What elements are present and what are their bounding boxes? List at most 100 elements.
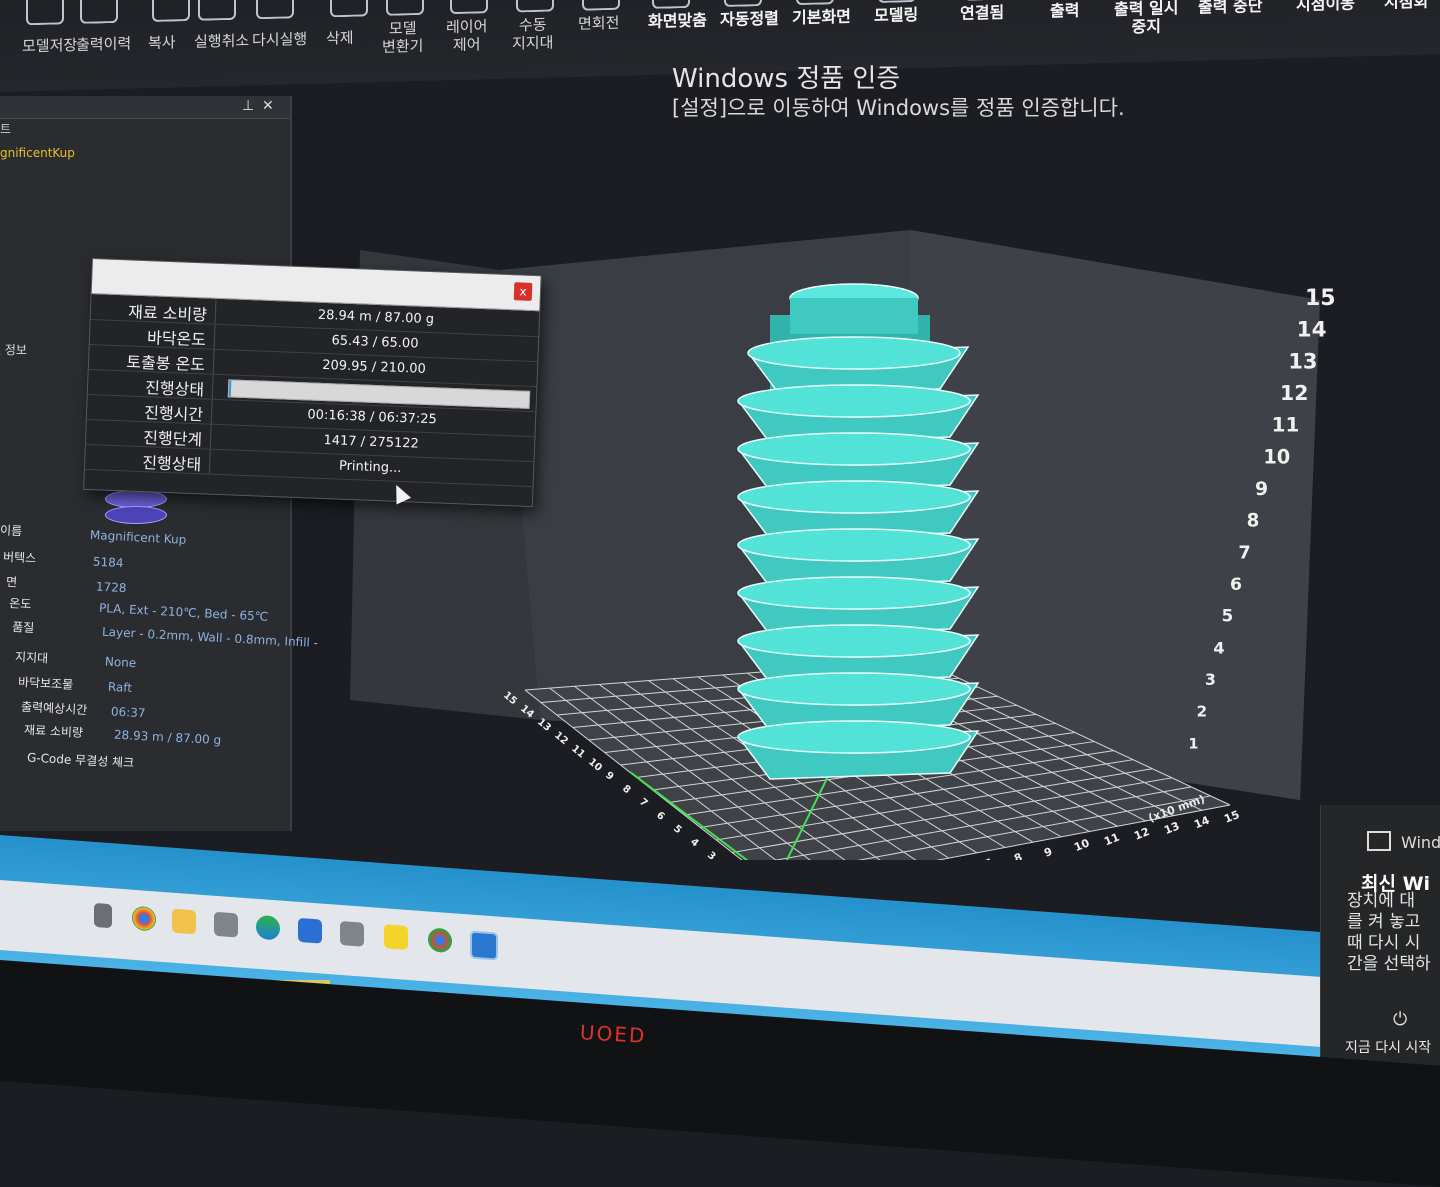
close-icon[interactable]: ✕: [262, 98, 274, 114]
x-axis-tick-label: 14: [1192, 814, 1211, 832]
model-info-row: 면 1728: [6, 573, 127, 596]
model-list-item[interactable]: gnificentKup: [0, 146, 75, 160]
ribbon-tool-icon: [198, 0, 236, 21]
store-icon[interactable]: [214, 911, 238, 938]
pin-icon[interactable]: ⊥: [242, 98, 254, 114]
ribbon-button[interactable]: 자동정렬: [720, 9, 779, 30]
ribbon-tool-icon: [330, 0, 368, 18]
model-info-section-label: 델 정보: [0, 343, 27, 357]
model-info-value: 1728: [95, 579, 127, 596]
model-info-row: G-Code 무결성 체크-: [26, 749, 135, 771]
model-info-key: 이름: [0, 523, 23, 539]
model-info-key: 품질: [11, 619, 35, 636]
y-axis-tick-label: 3: [705, 850, 717, 860]
sticky-notes-icon[interactable]: [384, 924, 408, 950]
file-explorer-icon[interactable]: [172, 908, 196, 935]
print-progress-fill: [228, 380, 231, 397]
restart-now-button[interactable]: 지금 다시 시작: [1345, 1037, 1431, 1057]
ribbon-tool-icon: [80, 0, 118, 24]
model-ring-top: [737, 528, 971, 562]
model-info-row: 재료 소비량 28.93 m / 87.00 g: [24, 721, 222, 748]
ribbon-button[interactable]: 모델저장: [22, 36, 77, 55]
model-info-key: 바닥보조물: [17, 675, 74, 692]
ribbon-button[interactable]: 시점회: [1384, 0, 1428, 12]
ribbon-button[interactable]: 면회전: [578, 14, 619, 33]
model-ring-top: [737, 576, 971, 610]
ribbon-tool-icon: [724, 0, 762, 8]
z-axis-tick-label: 5: [1222, 607, 1234, 626]
activation-watermark-title: Windows 정품 인증: [672, 64, 901, 94]
x-axis-tick-label: 8: [1012, 851, 1024, 860]
y-axis-tick-label: 11: [569, 743, 587, 760]
ribbon-button[interactable]: 복사: [148, 33, 176, 52]
model-info-row: 지지대 None: [15, 648, 137, 671]
ribbon-button[interactable]: 출력이력: [76, 35, 131, 54]
y-axis-tick-label: 7: [637, 797, 649, 810]
taskview-icon[interactable]: [94, 902, 112, 929]
z-axis-tick-label: 12: [1280, 381, 1308, 405]
ribbon-button[interactable]: 연결됨: [960, 3, 1004, 23]
model-info-key: 재료 소비량: [23, 722, 84, 740]
x-axis-tick-label: 9: [1042, 845, 1054, 860]
chrome-icon[interactable]: [132, 905, 156, 932]
3d-model-tower: [737, 283, 980, 780]
model-info-key: G-Code 무결성 체크: [26, 750, 135, 771]
ribbon-button[interactable]: 출력 일시 중지: [1114, 0, 1178, 37]
ribbon-button[interactable]: 출력 중단: [1198, 0, 1262, 17]
mail-icon[interactable]: [298, 917, 322, 944]
z-axis-tick-label: 7: [1238, 543, 1250, 563]
ribbon-tool-icon: [796, 0, 834, 6]
z-axis-tick-label: 10: [1263, 445, 1290, 468]
ribbon-tool-icon: [878, 0, 916, 4]
ribbon-button[interactable]: 시점이동: [1296, 0, 1355, 14]
model-ring-top: [737, 384, 971, 418]
ribbon-button[interactable]: 기본화면: [792, 7, 851, 28]
ribbon-tool-icon: [450, 0, 488, 15]
model-info-row: 품질 Layer - 0.2mm, Wall - 0.8mm, Infill -: [12, 618, 319, 651]
power-icon: ⏻: [1393, 1009, 1408, 1030]
edge-icon[interactable]: [256, 914, 280, 941]
ribbon-button[interactable]: 실행취소: [194, 31, 249, 50]
ribbon-button[interactable]: 화면맞춤: [648, 10, 707, 31]
progress-row-label: 진행상태: [141, 453, 202, 475]
x-axis-tick-label: 10: [1072, 836, 1091, 854]
y-axis-tick-label: 8: [620, 783, 632, 796]
z-axis-tick-label: 9: [1255, 479, 1268, 500]
chrome-profile-icon[interactable]: [428, 927, 452, 954]
ribbon-button[interactable]: 모델 변환기: [382, 19, 423, 56]
z-axis-tick-label: 15: [1305, 286, 1336, 311]
model-info-value: PLA, Ext - 210℃, Bed - 65℃: [98, 600, 269, 624]
windows-update-icon: [1367, 831, 1391, 851]
slicer-app-icon[interactable]: [470, 930, 498, 961]
x-axis-tick-label: 15: [1222, 808, 1241, 826]
y-axis-tick-label: 5: [671, 823, 683, 836]
row-divider: [211, 374, 214, 399]
ribbon-button[interactable]: 다시실행: [252, 30, 307, 49]
ribbon-button[interactable]: 수동 지지대: [512, 16, 553, 53]
z-axis-tick-label: 6: [1230, 575, 1242, 595]
dialog-close-button[interactable]: x: [513, 282, 533, 301]
ribbon-tool-icon: [582, 0, 620, 11]
model-info-value: Layer - 0.2mm, Wall - 0.8mm, Infill -: [101, 624, 319, 651]
network-app-icon[interactable]: [340, 920, 364, 947]
panel-header: ⊥ ✕: [0, 96, 290, 119]
x-axis-tick-label: 12: [1132, 825, 1151, 843]
model-info-value: Raft: [107, 679, 133, 695]
update-notification-toast[interactable]: Wind 최신 Wi 장치에 대 를 켜 놓고 때 다시 시 간을 선택하 ⏻ …: [1320, 805, 1440, 1081]
ribbon-tool-icon: [256, 0, 294, 20]
model-info-value: None: [104, 654, 137, 671]
row-divider: [209, 424, 212, 449]
model-ring-top: [737, 624, 971, 658]
ribbon-button[interactable]: 모델링: [874, 5, 918, 25]
y-axis-tick-label: 9: [603, 770, 615, 783]
monitor-brand-logo: UOED: [579, 1020, 648, 1048]
z-axis-tick-label: 8: [1247, 511, 1260, 532]
model-info-row: 출력예상시간 06:37: [21, 698, 146, 721]
ribbon-button[interactable]: 레이어 제어: [446, 17, 487, 54]
x-axis-tick-label: 7: [982, 856, 994, 860]
ribbon-button[interactable]: 출력: [1050, 1, 1079, 21]
ribbon-button[interactable]: 삭제: [326, 29, 354, 48]
model-info-key: 온도: [8, 596, 32, 612]
model-info-key: 버텍스: [2, 549, 37, 566]
z-axis-tick-label: 11: [1272, 414, 1300, 437]
